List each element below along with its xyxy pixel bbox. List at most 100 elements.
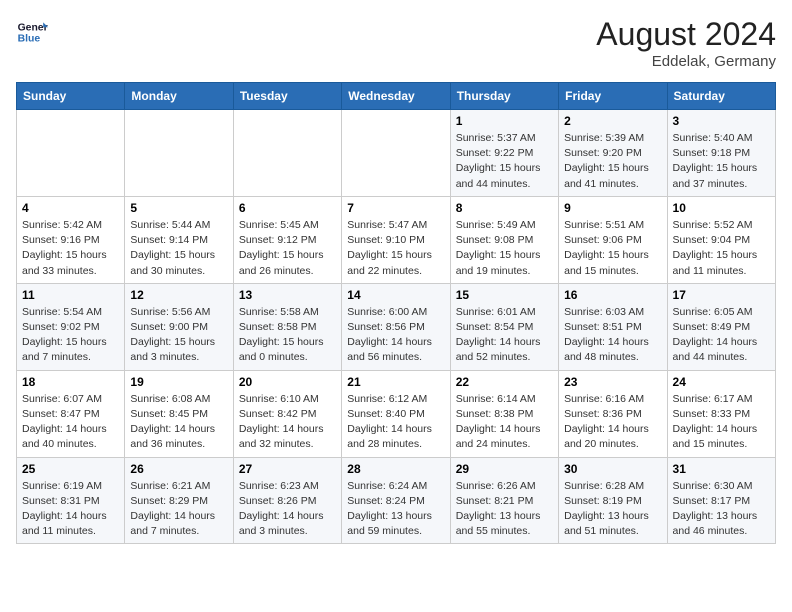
day-number: 15	[456, 288, 553, 302]
day-number: 5	[130, 201, 227, 215]
weekday-header-saturday: Saturday	[667, 83, 775, 110]
weekday-header-wednesday: Wednesday	[342, 83, 450, 110]
calendar-table: SundayMondayTuesdayWednesdayThursdayFrid…	[16, 82, 776, 544]
day-info: Sunrise: 5:45 AMSunset: 9:12 PMDaylight:…	[239, 218, 336, 279]
weekday-header-thursday: Thursday	[450, 83, 558, 110]
calendar-cell: 22 Sunrise: 6:14 AMSunset: 8:38 PMDayligh…	[450, 370, 558, 457]
calendar-cell: 1 Sunrise: 5:37 AMSunset: 9:22 PMDaylight…	[450, 110, 558, 197]
day-number: 4	[22, 201, 119, 215]
day-number: 20	[239, 375, 336, 389]
calendar-cell: 15 Sunrise: 6:01 AMSunset: 8:54 PMDayligh…	[450, 283, 558, 370]
day-info: Sunrise: 6:03 AMSunset: 8:51 PMDaylight:…	[564, 305, 661, 366]
day-number: 27	[239, 462, 336, 476]
calendar-cell: 31 Sunrise: 6:30 AMSunset: 8:17 PMDayligh…	[667, 457, 775, 544]
calendar-cell: 19 Sunrise: 6:08 AMSunset: 8:45 PMDayligh…	[125, 370, 233, 457]
calendar-week-row: 1 Sunrise: 5:37 AMSunset: 9:22 PMDaylight…	[17, 110, 776, 197]
svg-text:Blue: Blue	[18, 34, 41, 45]
day-number: 2	[564, 114, 661, 128]
day-number: 10	[673, 201, 770, 215]
day-info: Sunrise: 5:54 AMSunset: 9:02 PMDaylight:…	[22, 305, 119, 366]
calendar-cell: 10 Sunrise: 5:52 AMSunset: 9:04 PMDayligh…	[667, 196, 775, 283]
calendar-cell: 5 Sunrise: 5:44 AMSunset: 9:14 PMDaylight…	[125, 196, 233, 283]
day-number: 26	[130, 462, 227, 476]
day-info: Sunrise: 6:28 AMSunset: 8:19 PMDaylight:…	[564, 479, 661, 540]
calendar-week-row: 4 Sunrise: 5:42 AMSunset: 9:16 PMDaylight…	[17, 196, 776, 283]
day-info: Sunrise: 6:14 AMSunset: 8:38 PMDaylight:…	[456, 392, 553, 453]
day-number: 23	[564, 375, 661, 389]
day-info: Sunrise: 6:19 AMSunset: 8:31 PMDaylight:…	[22, 479, 119, 540]
calendar-cell: 25 Sunrise: 6:19 AMSunset: 8:31 PMDayligh…	[17, 457, 125, 544]
weekday-header-tuesday: Tuesday	[233, 83, 341, 110]
day-info: Sunrise: 5:58 AMSunset: 8:58 PMDaylight:…	[239, 305, 336, 366]
day-info: Sunrise: 5:37 AMSunset: 9:22 PMDaylight:…	[456, 131, 553, 192]
calendar-cell: 12 Sunrise: 5:56 AMSunset: 9:00 PMDayligh…	[125, 283, 233, 370]
day-number: 31	[673, 462, 770, 476]
logo-icon: General Blue	[16, 16, 48, 48]
day-info: Sunrise: 6:10 AMSunset: 8:42 PMDaylight:…	[239, 392, 336, 453]
day-number: 3	[673, 114, 770, 128]
calendar-cell: 20 Sunrise: 6:10 AMSunset: 8:42 PMDayligh…	[233, 370, 341, 457]
day-info: Sunrise: 6:23 AMSunset: 8:26 PMDaylight:…	[239, 479, 336, 540]
day-info: Sunrise: 6:30 AMSunset: 8:17 PMDaylight:…	[673, 479, 770, 540]
calendar-cell: 30 Sunrise: 6:28 AMSunset: 8:19 PMDayligh…	[559, 457, 667, 544]
calendar-cell: 16 Sunrise: 6:03 AMSunset: 8:51 PMDayligh…	[559, 283, 667, 370]
day-number: 30	[564, 462, 661, 476]
day-info: Sunrise: 6:17 AMSunset: 8:33 PMDaylight:…	[673, 392, 770, 453]
day-number: 16	[564, 288, 661, 302]
day-info: Sunrise: 6:24 AMSunset: 8:24 PMDaylight:…	[347, 479, 444, 540]
calendar-cell: 28 Sunrise: 6:24 AMSunset: 8:24 PMDayligh…	[342, 457, 450, 544]
weekday-header-row: SundayMondayTuesdayWednesdayThursdayFrid…	[17, 83, 776, 110]
calendar-cell: 6 Sunrise: 5:45 AMSunset: 9:12 PMDaylight…	[233, 196, 341, 283]
calendar-cell: 9Sunrise: 5:51 AMSunset: 9:06 PMDaylight…	[559, 196, 667, 283]
month-year: August 2024	[596, 16, 776, 53]
calendar-cell: 21 Sunrise: 6:12 AMSunset: 8:40 PMDayligh…	[342, 370, 450, 457]
calendar-cell: 3Sunrise: 5:40 AMSunset: 9:18 PMDaylight…	[667, 110, 775, 197]
day-info: Sunrise: 6:07 AMSunset: 8:47 PMDaylight:…	[22, 392, 119, 453]
day-number: 6	[239, 201, 336, 215]
day-number: 29	[456, 462, 553, 476]
day-number: 8	[456, 201, 553, 215]
calendar-cell: 11 Sunrise: 5:54 AMSunset: 9:02 PMDayligh…	[17, 283, 125, 370]
day-info: Sunrise: 6:08 AMSunset: 8:45 PMDaylight:…	[130, 392, 227, 453]
day-info: Sunrise: 5:42 AMSunset: 9:16 PMDaylight:…	[22, 218, 119, 279]
calendar-cell: 18 Sunrise: 6:07 AMSunset: 8:47 PMDayligh…	[17, 370, 125, 457]
weekday-header-friday: Friday	[559, 83, 667, 110]
day-info: Sunrise: 6:26 AMSunset: 8:21 PMDaylight:…	[456, 479, 553, 540]
day-info: Sunrise: 5:52 AMSunset: 9:04 PMDaylight:…	[673, 218, 770, 279]
page-header: General Blue August 2024 Eddelak, German…	[16, 16, 776, 70]
calendar-cell: 14 Sunrise: 6:00 AMSunset: 8:56 PMDayligh…	[342, 283, 450, 370]
day-number: 28	[347, 462, 444, 476]
calendar-cell: 27 Sunrise: 6:23 AMSunset: 8:26 PMDayligh…	[233, 457, 341, 544]
calendar-cell: 24 Sunrise: 6:17 AMSunset: 8:33 PMDayligh…	[667, 370, 775, 457]
day-number: 21	[347, 375, 444, 389]
calendar-week-row: 25 Sunrise: 6:19 AMSunset: 8:31 PMDayligh…	[17, 457, 776, 544]
day-number: 13	[239, 288, 336, 302]
day-number: 22	[456, 375, 553, 389]
weekday-header-monday: Monday	[125, 83, 233, 110]
day-number: 7	[347, 201, 444, 215]
day-info: Sunrise: 6:00 AMSunset: 8:56 PMDaylight:…	[347, 305, 444, 366]
day-info: Sunrise: 5:47 AMSunset: 9:10 PMDaylight:…	[347, 218, 444, 279]
logo: General Blue	[16, 16, 48, 48]
day-info: Sunrise: 6:01 AMSunset: 8:54 PMDaylight:…	[456, 305, 553, 366]
calendar-cell: 29 Sunrise: 6:26 AMSunset: 8:21 PMDayligh…	[450, 457, 558, 544]
day-number: 11	[22, 288, 119, 302]
day-info: Sunrise: 6:12 AMSunset: 8:40 PMDaylight:…	[347, 392, 444, 453]
day-number: 25	[22, 462, 119, 476]
day-info: Sunrise: 6:16 AMSunset: 8:36 PMDaylight:…	[564, 392, 661, 453]
calendar-cell	[233, 110, 341, 197]
day-info: Sunrise: 5:39 AMSunset: 9:20 PMDaylight:…	[564, 131, 661, 192]
day-info: Sunrise: 5:56 AMSunset: 9:00 PMDaylight:…	[130, 305, 227, 366]
day-info: Sunrise: 5:44 AMSunset: 9:14 PMDaylight:…	[130, 218, 227, 279]
calendar-cell: 4 Sunrise: 5:42 AMSunset: 9:16 PMDaylight…	[17, 196, 125, 283]
day-number: 1	[456, 114, 553, 128]
calendar-cell: 17Sunrise: 6:05 AMSunset: 8:49 PMDayligh…	[667, 283, 775, 370]
day-number: 24	[673, 375, 770, 389]
day-number: 12	[130, 288, 227, 302]
day-number: 14	[347, 288, 444, 302]
day-number: 17	[673, 288, 770, 302]
day-number: 18	[22, 375, 119, 389]
day-number: 19	[130, 375, 227, 389]
calendar-cell: 13 Sunrise: 5:58 AMSunset: 8:58 PMDayligh…	[233, 283, 341, 370]
calendar-cell	[17, 110, 125, 197]
